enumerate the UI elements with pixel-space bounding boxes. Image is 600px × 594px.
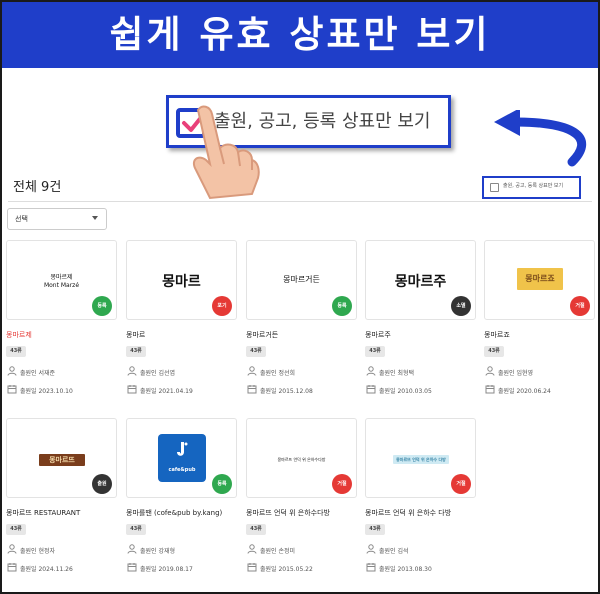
person-icon [7, 366, 17, 376]
applicant: 출원인 김석 [379, 548, 409, 555]
application-date: 출원일 2020.06.24 [498, 388, 551, 395]
person-icon [127, 544, 137, 554]
filter-checkbox[interactable] [490, 183, 499, 192]
trademark-card-6[interactable]: 몽마르뜨 출원 몽마르뜨 RESTAURANT 43류 출원인 현정자 출원일 … [6, 418, 117, 581]
status-badge: 등록 [212, 474, 232, 494]
trademark-image-text: 몽마르주 [394, 274, 447, 290]
title-banner: 쉽게 유효 상표만 보기 [2, 2, 598, 68]
trademark-title[interactable]: 몽마르제 [6, 330, 32, 340]
header-divider [8, 201, 592, 202]
trademark-image-text: 몽마르제 [50, 274, 73, 281]
application-date: 출원일 2010.03.05 [379, 388, 432, 395]
pointing-hand-icon [192, 105, 260, 200]
class-badge: 43류 [126, 524, 146, 535]
calendar-icon [7, 385, 17, 394]
pointer-arrow-icon [494, 110, 587, 167]
trademark-image-text: 몽마르 [162, 274, 201, 290]
trademark-title[interactable]: 몽마르 [126, 330, 145, 340]
calendar-icon [7, 563, 17, 572]
trademark-logo: 몽마르죠 [517, 268, 563, 290]
applicant: 출원인 현정자 [20, 548, 56, 555]
applicant: 출원인 임현영 [498, 370, 534, 377]
status-badge: 소멸 [451, 296, 471, 316]
filter-label[interactable]: 출원, 공고, 등록 상표만 보기 [503, 182, 563, 189]
application-date: 출원일 2019.08.17 [140, 566, 193, 573]
trademark-logo: 몽마르뜨 언덕 위 은하수 다방 [393, 455, 449, 464]
class-badge: 43류 [365, 346, 385, 357]
trademark-title[interactable]: 몽마를땐 (cofe&pub by.kang) [126, 508, 222, 518]
trademark-title[interactable]: 몽마르죠 [484, 330, 510, 340]
banner-title: 쉽게 유효 상표만 보기 [109, 13, 491, 56]
total-count: 전체 9건 [13, 180, 62, 195]
person-icon [127, 366, 137, 376]
class-badge: 43류 [6, 524, 26, 535]
class-badge: 43류 [365, 524, 385, 535]
calendar-icon [366, 563, 376, 572]
trademark-card-4[interactable]: 몽마르주 소멸 몽마르주 43류 출원인 최형택 출원일 2010.03.05 [365, 240, 476, 403]
trademark-title[interactable]: 몽마르주 [365, 330, 391, 340]
person-icon [247, 544, 257, 554]
status-badge: 거절 [332, 474, 352, 494]
cafe-logo: cafe&pub [158, 434, 206, 482]
sort-select-value: 선택 [15, 215, 28, 223]
trademark-image-text: 몽마르거든 [283, 275, 320, 284]
trademark-title[interactable]: 몽마르거든 [246, 330, 278, 340]
person-icon [366, 366, 376, 376]
person-icon [247, 366, 257, 376]
person-icon [485, 366, 495, 376]
trademark-card-2[interactable]: 몽마르 포기 몽마르 43류 출원인 김선엽 출원일 2021.04.19 [126, 240, 237, 403]
applicant: 출원인 정선희 [260, 370, 296, 377]
status-badge: 출원 [92, 474, 112, 494]
applicant: 출원인 최형택 [379, 370, 415, 377]
trademark-title[interactable]: 몽마르뜨 언덕 위 은하수 다방 [365, 508, 451, 518]
trademark-card-9[interactable]: 몽마르뜨 언덕 위 은하수 다방 거절 몽마르뜨 언덕 위 은하수 다방 43류… [365, 418, 476, 581]
calendar-icon [366, 385, 376, 394]
applicant: 출원인 서재준 [20, 370, 56, 377]
trademark-title[interactable]: 몽마르뜨 RESTAURANT [6, 508, 80, 518]
class-badge: 43류 [6, 346, 26, 357]
status-badge: 등록 [332, 296, 352, 316]
calendar-icon [485, 385, 495, 394]
trademark-logo: 몽마르뜨 [39, 454, 85, 466]
calendar-icon [247, 563, 257, 572]
calendar-icon [127, 563, 137, 572]
application-date: 출원일 2013.08.30 [379, 566, 432, 573]
applicant: 출원인 김선엽 [140, 370, 176, 377]
trademark-card-8[interactable]: 몽마르뜨 언덕 위 은하수다방 거절 몽마르뜨 언덕 위 은하수다방 43류 출… [246, 418, 357, 581]
status-badge: 포기 [212, 296, 232, 316]
application-date: 출원일 2015.05.22 [260, 566, 313, 573]
class-badge: 43류 [246, 524, 266, 535]
class-badge: 43류 [484, 346, 504, 357]
saxophone-icon [177, 442, 188, 456]
trademark-card-5[interactable]: 몽마르죠 거절 몽마르죠 43류 출원인 임현영 출원일 2020.06.24 [484, 240, 595, 403]
trademark-image-text: Mont Marzé [43, 282, 80, 289]
trademark-card-7[interactable]: cafe&pub 등록 몽마를땐 (cofe&pub by.kang) 43류 … [126, 418, 237, 581]
person-icon [366, 544, 376, 554]
status-badge: 등록 [92, 296, 112, 316]
application-date: 출원일 2021.04.19 [140, 388, 193, 395]
application-date: 출원일 2015.12.08 [260, 388, 313, 395]
application-date: 출원일 2024.11.26 [20, 566, 73, 573]
status-badge: 거절 [451, 474, 471, 494]
status-badge: 거절 [570, 296, 590, 316]
applicant: 출원인 강재형 [140, 548, 176, 555]
calendar-icon [127, 385, 137, 394]
trademark-image-text: 몽마르뜨 언덕 위 은하수다방 [277, 457, 326, 462]
chevron-down-icon [92, 216, 98, 220]
application-date: 출원일 2023.10.10 [20, 388, 73, 395]
trademark-card-3[interactable]: 몽마르거든 등록 몽마르거든 43류 출원인 정선희 출원일 2015.12.0… [246, 240, 357, 403]
applicant: 출원인 손정미 [260, 548, 296, 555]
class-badge: 43류 [126, 346, 146, 357]
person-icon [7, 544, 17, 554]
class-badge: 43류 [246, 346, 266, 357]
trademark-title[interactable]: 몽마르뜨 언덕 위 은하수다방 [246, 508, 330, 518]
calendar-icon [247, 385, 257, 394]
trademark-card-1[interactable]: 몽마르제 Mont Marzé 등록 몽마르제 43류 출원인 서재준 출원일 2… [6, 240, 117, 403]
